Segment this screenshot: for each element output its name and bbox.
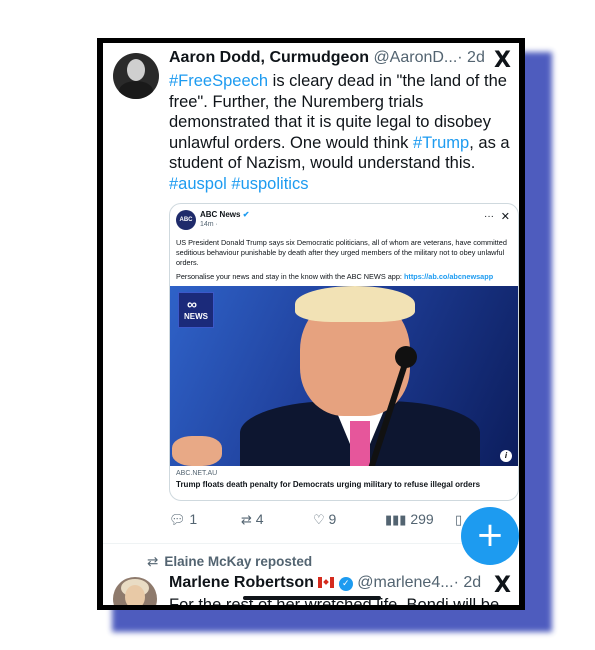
bookmark-icon: ▯ [455, 513, 463, 528]
avatar[interactable] [113, 577, 157, 605]
repost-icon: ⇄ [147, 554, 159, 570]
post-time[interactable]: · 2d [457, 49, 485, 66]
compose-button[interactable]: + [461, 507, 519, 565]
card-body-text: US President Donald Trump says six Democ… [176, 238, 507, 281]
more-options-icon: ··· [484, 211, 494, 222]
heart-icon: ♡ [313, 513, 325, 528]
verified-icon: ✓ [338, 577, 353, 591]
user-handle[interactable]: @marlene4... [357, 574, 453, 591]
repost-icon: ⇄ [241, 513, 252, 528]
embedded-post-card[interactable]: ABC NEWS ABC News ✔ 14m · ··· ✕ US Presi… [169, 203, 519, 501]
like-button[interactable]: ♡ 9 [313, 511, 336, 528]
post-header: Marlene Robertson ✓ @marlene4...· 2d [169, 574, 519, 596]
avatar[interactable] [113, 53, 159, 99]
canada-flag-icon [318, 577, 335, 588]
card-headline: Trump floats death penalty for Democrats… [176, 480, 481, 489]
reply-icon: 💬︎ [169, 513, 186, 528]
abc-logo-icon: ABC NEWS [176, 210, 196, 243]
x-logo-icon: X [494, 573, 511, 598]
repost-button[interactable]: ⇄ 4 [241, 511, 264, 528]
card-domain: ABC.NET.AU [176, 470, 218, 477]
post-text: #FreeSpeech is cleary dead in "the land … [169, 72, 510, 193]
timeline-screen: Aaron Dodd, Curmudgeon @AaronD...· 2d X … [103, 43, 519, 605]
reply-button[interactable]: 💬︎ 1 [169, 511, 197, 528]
post-time[interactable]: · 2d [454, 574, 482, 591]
card-time: 14m · [200, 221, 218, 228]
display-name[interactable]: Marlene Robertson [169, 574, 314, 591]
post-actions: 💬︎ 1 ⇄ 4 ♡ 9 ▮▮▮ 299 ▯ [169, 511, 509, 529]
home-indicator [243, 596, 381, 600]
user-handle[interactable]: @AaronD... [373, 49, 457, 66]
x-logo-icon: X [494, 48, 511, 73]
post-header: Aaron Dodd, Curmudgeon @AaronD...· 2d [169, 49, 519, 71]
hashtag-link[interactable]: #uspolitics [231, 175, 308, 193]
card-account-name: ABC News ✔ [200, 210, 250, 219]
verified-icon: ✔ [242, 210, 250, 219]
display-name[interactable]: Aaron Dodd, Curmudgeon [169, 49, 369, 66]
info-icon: i [500, 450, 512, 462]
close-icon: ✕ [500, 211, 510, 223]
card-promo-link: https://ab.co/abcnewsapp [403, 272, 494, 281]
views-button[interactable]: ▮▮▮ 299 [385, 511, 434, 528]
hashtag-link[interactable]: #Trump [413, 134, 469, 152]
card-header: ABC NEWS ABC News ✔ 14m · ··· ✕ [176, 210, 512, 243]
microphone [395, 346, 417, 368]
hashtag-link[interactable]: #FreeSpeech [169, 72, 268, 90]
repost-indicator[interactable]: ⇄ Elaine McKay reposted [147, 554, 312, 570]
bookmark-button[interactable]: ▯ [455, 511, 462, 528]
hashtag-link[interactable]: #auspol [169, 175, 227, 193]
news-photo: ∞ NEWS i [170, 286, 518, 466]
divider [103, 543, 519, 544]
abc-news-logo-icon: ∞ NEWS [178, 292, 214, 328]
views-icon: ▮▮▮ [385, 513, 407, 528]
